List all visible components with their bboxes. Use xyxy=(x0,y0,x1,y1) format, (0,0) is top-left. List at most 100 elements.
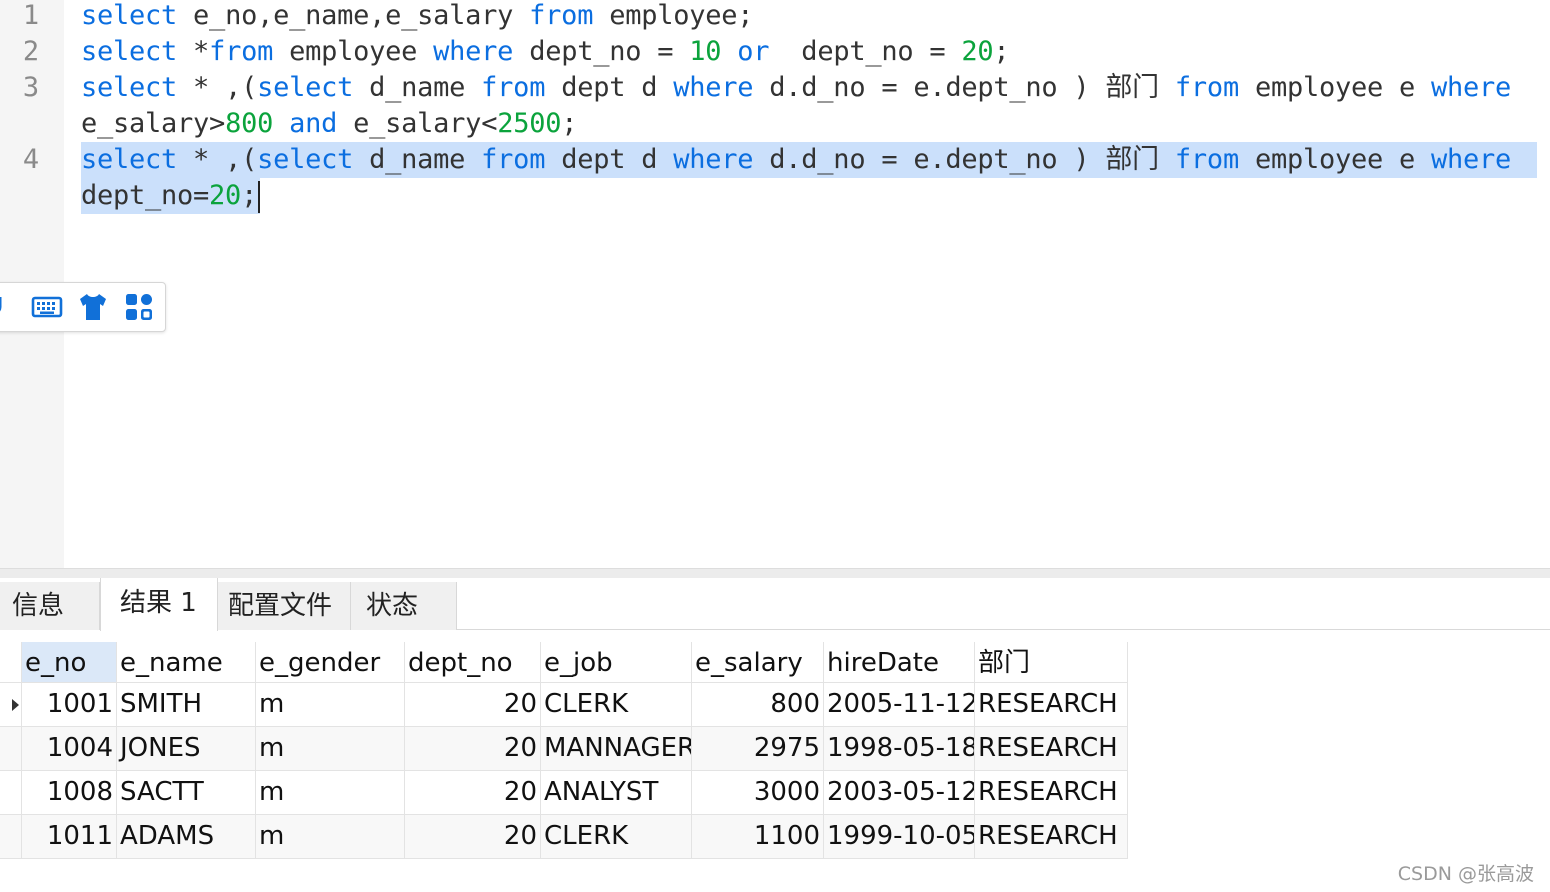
sql-keyword: from xyxy=(481,144,546,175)
sql-keyword: or xyxy=(737,36,770,67)
table-cell[interactable]: SMITH xyxy=(117,683,256,726)
sql-text: dept_no = xyxy=(769,36,962,67)
table-cell[interactable]: 1008 xyxy=(22,771,117,814)
code-text[interactable]: e_salary>800 and e_salary<2500; xyxy=(81,106,578,142)
sql-text: employee xyxy=(273,36,434,67)
tab-profile[interactable]: 配置文件 xyxy=(218,582,351,630)
tab-label: 结果 1 xyxy=(120,588,197,618)
line-number: 4 xyxy=(22,144,40,175)
table-cell[interactable]: 20 xyxy=(405,771,541,814)
table-cell[interactable]: JONES xyxy=(117,727,256,770)
column-header[interactable]: hireDate xyxy=(824,642,975,682)
code-text[interactable]: select *from employee where dept_no = 10… xyxy=(81,34,1010,70)
panel-splitter[interactable] xyxy=(0,568,1550,578)
sql-text: ; xyxy=(993,36,1010,67)
table-cell[interactable]: m xyxy=(256,815,405,858)
table-row[interactable]: 1004 JONES m 20 MANNAGER 2975 1998-05-18 RESEAR… xyxy=(0,727,1128,771)
table-cell[interactable]: m xyxy=(256,771,405,814)
column-header[interactable]: e_job xyxy=(541,642,692,682)
sql-number: 10 xyxy=(689,36,722,67)
table-cell[interactable]: 1001 xyxy=(22,683,117,726)
line-number: 3 xyxy=(22,72,40,103)
table-cell[interactable]: 1999-10-05 xyxy=(824,815,975,858)
table-cell[interactable]: RESEARCH xyxy=(975,771,1128,814)
sql-text: d.d_no = e.dept_no ) xyxy=(753,144,1106,175)
row-marker-corner xyxy=(0,642,22,682)
column-header[interactable]: e_no xyxy=(22,642,117,682)
column-header[interactable]: e_salary xyxy=(692,642,824,682)
keyboard-icon[interactable] xyxy=(31,291,63,323)
table-row[interactable]: 1001 SMITH m 20 CLERK 800 2005-11-12 RESEARCH xyxy=(0,683,1128,727)
table-cell[interactable]: 20 xyxy=(405,815,541,858)
table-cell[interactable]: CLERK xyxy=(541,815,692,858)
table-cell[interactable]: 800 xyxy=(692,683,824,726)
sql-text: employee e xyxy=(1238,72,1432,103)
sql-number: 800 xyxy=(225,108,274,139)
row-marker[interactable] xyxy=(0,815,22,858)
table-cell[interactable]: ADAMS xyxy=(117,815,256,858)
sql-keyword: where xyxy=(433,36,514,67)
row-marker[interactable] xyxy=(0,771,22,814)
tab-status[interactable]: 状态 xyxy=(351,582,457,630)
row-marker[interactable] xyxy=(0,683,22,726)
table-row[interactable]: 1011 ADAMS m 20 CLERK 1100 1999-10-05 RESEARCH xyxy=(0,815,1128,859)
code-text[interactable]: select * ,(select d_name from dept d whe… xyxy=(81,142,1537,178)
table-cell[interactable]: ANALYST xyxy=(541,771,692,814)
line-number: 1 xyxy=(22,0,40,31)
sql-text: employee; xyxy=(593,0,754,31)
column-header[interactable]: e_gender xyxy=(256,642,405,682)
microphone-icon[interactable] xyxy=(0,291,23,323)
table-cell[interactable]: m xyxy=(256,683,405,726)
column-header[interactable]: dept_no xyxy=(405,642,541,682)
table-cell[interactable]: 3000 xyxy=(692,771,824,814)
tab-result-1[interactable]: 结果 1 xyxy=(100,578,218,631)
sql-keyword: select xyxy=(257,144,354,175)
toolbox-grid-icon[interactable] xyxy=(123,291,155,323)
table-cell[interactable]: RESEARCH xyxy=(975,683,1128,726)
table-cell[interactable]: 1011 xyxy=(22,815,117,858)
sql-keyword: select xyxy=(81,0,178,31)
column-header[interactable]: 部门 xyxy=(975,642,1128,682)
table-cell[interactable]: 2005-11-12 xyxy=(824,683,975,726)
table-cell[interactable]: 20 xyxy=(405,683,541,726)
sql-keyword: where xyxy=(1431,144,1512,175)
table-cell[interactable]: 2975 xyxy=(692,727,824,770)
table-row[interactable]: 1008 SACTT m 20 ANALYST 3000 2003-05-12 RESEARC… xyxy=(0,771,1128,815)
sql-text: * ,( xyxy=(177,72,258,103)
line-number: 2 xyxy=(22,36,40,67)
sql-text: dept_no= xyxy=(81,180,210,211)
sql-editor[interactable]: 1 select e_no,e_name,e_salary from employ… xyxy=(0,0,1550,568)
current-row-arrow-icon xyxy=(12,699,19,711)
sql-number: 20 xyxy=(209,180,242,211)
sql-text: employee e xyxy=(1238,144,1432,175)
sql-text: e_salary> xyxy=(81,108,226,139)
table-cell[interactable]: 20 xyxy=(405,727,541,770)
table-cell[interactable]: m xyxy=(256,727,405,770)
skin-tshirt-icon[interactable] xyxy=(77,291,109,323)
sql-keyword: from xyxy=(209,36,274,67)
table-cell[interactable]: SACTT xyxy=(117,771,256,814)
table-cell[interactable]: 2003-05-12 xyxy=(824,771,975,814)
sql-text: e_salary< xyxy=(337,108,498,139)
result-tab-bar: 信息 结果 1 配置文件 状态 xyxy=(0,578,1550,631)
sql-text: ; xyxy=(241,180,258,211)
row-marker[interactable] xyxy=(0,727,22,770)
code-text[interactable]: dept_no=20; xyxy=(81,178,261,214)
tab-info[interactable]: 信息 xyxy=(0,582,100,630)
code-text[interactable]: select e_no,e_name,e_salary from employe… xyxy=(81,0,754,34)
sql-keyword: from xyxy=(1174,144,1239,175)
table-cell[interactable]: 1004 xyxy=(22,727,117,770)
table-cell[interactable]: RESEARCH xyxy=(975,727,1128,770)
code-text[interactable]: select * ,(select d_name from dept d whe… xyxy=(81,70,1511,106)
table-cell[interactable]: 1998-05-18 xyxy=(824,727,975,770)
table-cell[interactable]: RESEARCH xyxy=(975,815,1128,858)
table-cell[interactable]: MANNAGER xyxy=(541,727,692,770)
sql-text: * ,( xyxy=(177,144,258,175)
column-header[interactable]: e_name xyxy=(117,642,256,682)
table-cell[interactable]: 1100 xyxy=(692,815,824,858)
table-cell[interactable]: CLERK xyxy=(541,683,692,726)
tab-label: 信息 xyxy=(12,591,65,621)
sql-keyword: and xyxy=(289,108,338,139)
